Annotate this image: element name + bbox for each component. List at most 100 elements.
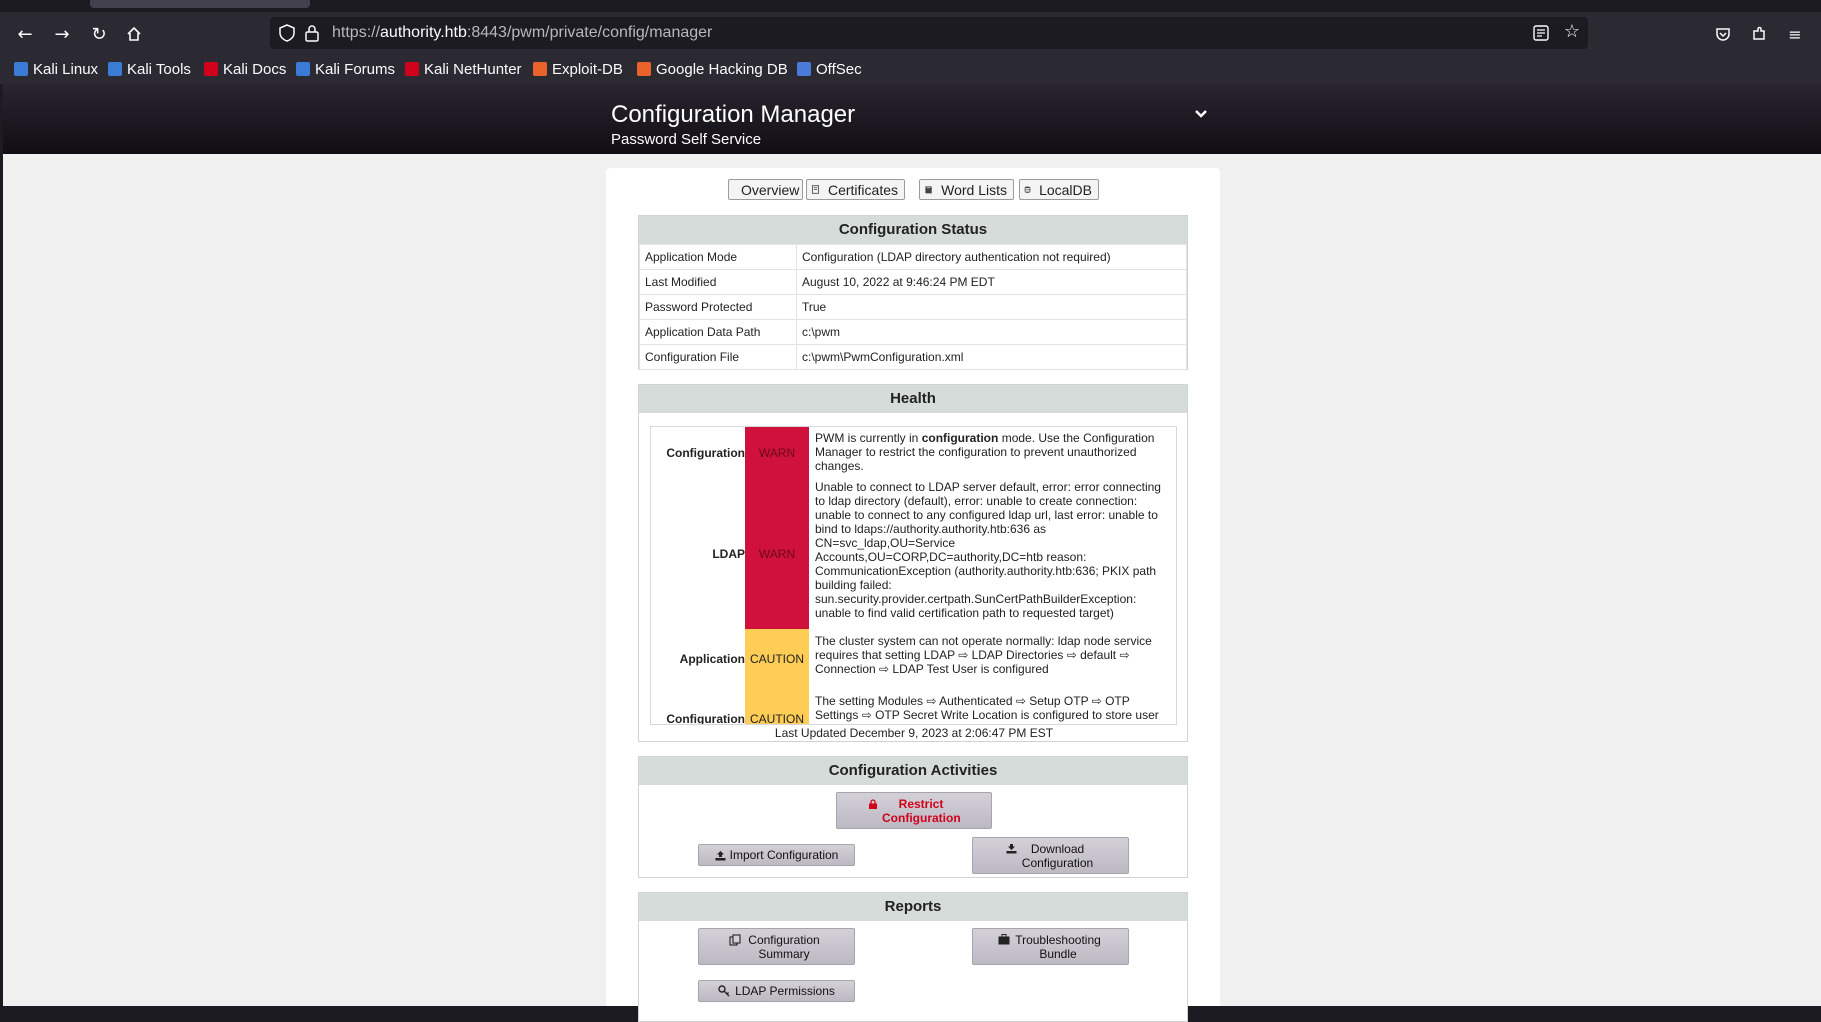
page-title: Configuration Manager	[611, 101, 856, 128]
url-text[interactable]: https://authority.htb:8443/pwm/private/c…	[332, 24, 712, 42]
status-value: August 10, 2022 at 9:46:24 PM EDT	[796, 269, 1187, 295]
status-table: Application Mode Configuration (LDAP dire…	[639, 244, 1187, 370]
tab-overview[interactable]: Overview	[728, 179, 803, 200]
import-configuration-button[interactable]: Import Configuration	[698, 844, 855, 866]
table-row: Application Mode Configuration (LDAP dire…	[639, 244, 1187, 270]
browser-navbar: ← → ↻ https://authority.htb:8443/pwm/pri…	[0, 12, 1821, 54]
health-topic: Configuration	[666, 712, 745, 725]
health-item: Configuration CAUTION The setting Module…	[651, 689, 1176, 725]
database-icon	[1024, 186, 1031, 193]
upload-icon	[715, 850, 726, 860]
bookmark-item[interactable]: Kali Tools	[108, 59, 191, 79]
bookmark-star-icon[interactable]: ☆	[1564, 21, 1580, 42]
bookmark-label: OffSec	[816, 60, 862, 78]
tab-label: Word Lists	[941, 181, 1007, 198]
tab-label: Overview	[741, 181, 800, 198]
status-value: True	[796, 294, 1187, 320]
kali-forums-icon	[296, 62, 310, 76]
tab-localdb[interactable]: LocalDB	[1019, 179, 1099, 200]
tab-label: LocalDB	[1039, 181, 1092, 198]
reports-section: Reports Configuration Summary Troublesho…	[638, 892, 1188, 1022]
nethunter-icon	[405, 62, 419, 76]
restrict-configuration-button[interactable]: Restrict Configuration	[836, 792, 992, 829]
table-row: Configuration File c:\pwm\PwmConfiguratio…	[639, 344, 1187, 370]
bookmark-item[interactable]: Kali Forums	[296, 59, 395, 79]
home-icon[interactable]	[121, 21, 147, 47]
health-last-updated: Last Updated December 9, 2023 at 2:06:47…	[774, 726, 1054, 740]
offsec-icon	[797, 62, 811, 76]
tracking-shield-icon[interactable]	[278, 24, 296, 42]
bookmark-label: Google Hacking DB	[656, 60, 788, 78]
status-key: Configuration File	[639, 344, 797, 370]
tab-label: Certificates	[827, 181, 898, 198]
health-topic: Configuration	[666, 446, 745, 460]
ghdb-icon	[637, 62, 651, 76]
health-topic: LDAP	[712, 547, 745, 561]
briefcase-icon	[998, 933, 1010, 944]
book-icon	[925, 186, 932, 194]
bookmark-item[interactable]: Exploit-DB	[533, 59, 623, 79]
section-heading: Configuration Activities	[639, 757, 1187, 785]
content-layer: Overview Certificates Word Lists LocalDB…	[606, 168, 1220, 1022]
health-message: The cluster system can not operate norma…	[815, 634, 1152, 676]
bookmark-item[interactable]: Kali NetHunter	[405, 59, 522, 79]
menu-icon[interactable]: ≡	[1782, 21, 1808, 47]
pocket-icon[interactable]	[1710, 21, 1736, 47]
lock-icon[interactable]	[304, 24, 320, 42]
status-key: Password Protected	[639, 294, 797, 320]
health-message: The setting Modules ⇨ Authenticated ⇨ Se…	[815, 694, 1159, 724]
section-heading: Health	[639, 385, 1187, 413]
status-badge: WARN	[745, 479, 809, 629]
download-configuration-button[interactable]: Download Configuration	[972, 837, 1129, 874]
bookmark-item[interactable]: OffSec	[797, 59, 862, 79]
health-item: LDAP WARN Unable to connect to LDAP serv…	[651, 479, 1176, 629]
health-topic: Application	[679, 652, 745, 666]
bookmark-label: Kali Tools	[127, 60, 191, 78]
status-badge: CAUTION	[745, 629, 809, 689]
bookmarks-toolbar: Kali Linux Kali Tools Kali Docs Kali Forums…	[0, 54, 1821, 84]
health-list[interactable]: Configuration WARN PWM is currently in c…	[650, 426, 1177, 725]
chevron-down-icon[interactable]	[1193, 106, 1209, 122]
health-message: PWM is currently in configuration mode. …	[815, 431, 1155, 473]
health-section: Health Configuration WARN PWM is current…	[638, 384, 1188, 742]
page-subtitle: Password Self Service	[611, 131, 762, 148]
status-value: Configuration (LDAP directory authentica…	[796, 244, 1187, 270]
configuration-summary-button[interactable]: Configuration Summary	[698, 928, 855, 965]
tab-word-lists[interactable]: Word Lists	[919, 179, 1014, 200]
bookmark-item[interactable]: Kali Linux	[14, 59, 98, 79]
reader-view-icon[interactable]	[1532, 24, 1550, 42]
section-heading: Reports	[639, 893, 1187, 921]
browser-tab-strip	[0, 0, 1821, 12]
health-item: Configuration WARN PWM is currently in c…	[651, 427, 1176, 479]
browser-tab[interactable]	[90, 0, 310, 8]
bookmark-item[interactable]: Kali Docs	[204, 59, 286, 79]
status-key: Application Data Path	[639, 319, 797, 345]
configuration-status-section: Configuration Status Application Mode Con…	[638, 215, 1188, 370]
status-badge: CAUTION	[745, 689, 809, 724]
health-message: Unable to connect to LDAP server default…	[815, 480, 1161, 620]
bookmark-label: Kali Forums	[315, 60, 396, 78]
section-heading: Configuration Status	[639, 216, 1187, 244]
back-icon[interactable]: ←	[12, 21, 38, 47]
bookmark-label: Kali NetHunter	[424, 60, 522, 78]
status-badge: WARN	[745, 427, 809, 479]
forward-icon[interactable]: →	[49, 21, 75, 47]
table-row: Application Data Path c:\pwm	[639, 319, 1187, 345]
bookmark-item[interactable]: Google Hacking DB	[637, 59, 788, 79]
configuration-activities-section: Configuration Activities Restrict Config…	[638, 756, 1188, 878]
ldap-permissions-button[interactable]: LDAP Permissions	[698, 980, 855, 1002]
tab-certificates[interactable]: Certificates	[806, 179, 905, 200]
key-icon	[718, 985, 730, 997]
status-key: Last Modified	[639, 269, 797, 295]
status-value: c:\pwm\PwmConfiguration.xml	[796, 344, 1187, 370]
extensions-icon[interactable]	[1746, 21, 1772, 47]
copy-icon	[729, 933, 741, 946]
reload-icon[interactable]: ↻	[86, 21, 112, 47]
status-key: Application Mode	[639, 244, 797, 270]
troubleshooting-bundle-button[interactable]: Troubleshooting Bundle	[972, 928, 1129, 965]
address-bar[interactable]: https://authority.htb:8443/pwm/private/c…	[270, 17, 1588, 49]
table-row: Password Protected True	[639, 294, 1187, 320]
pwm-header: Configuration Manager Password Self Serv…	[3, 84, 1821, 154]
bookmark-label: Kali Linux	[33, 60, 99, 78]
lock-icon	[869, 798, 877, 809]
